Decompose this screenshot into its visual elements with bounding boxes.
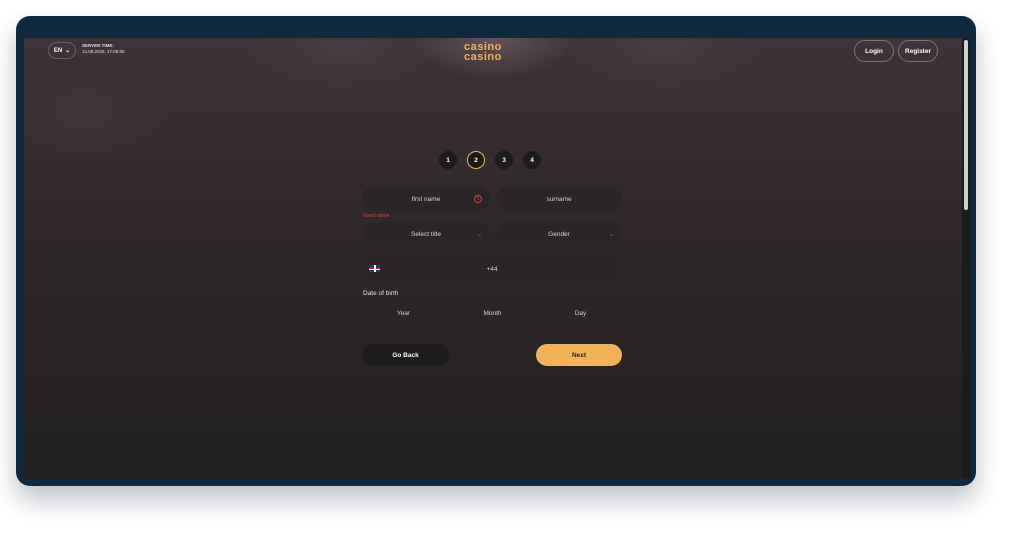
chevron-down-icon: ⌄ xyxy=(476,231,482,238)
device-frame: EN ⌄ SERVER TIME: 14.08.2025, 17:05:56 c… xyxy=(16,16,976,486)
step-4: 4 xyxy=(523,151,541,169)
first-name-placeholder: first name xyxy=(411,195,441,203)
phone-field[interactable]: +44 xyxy=(362,256,622,282)
gender-select[interactable]: Gender ⌄ xyxy=(496,222,622,246)
server-time-value: 14.08.2025, 17:05:56 xyxy=(82,49,125,54)
logo-line-2: casino xyxy=(464,51,502,63)
title-placeholder: Select title xyxy=(411,230,441,238)
register-button[interactable]: Register xyxy=(898,40,938,62)
month-placeholder: Month xyxy=(483,310,502,317)
login-button[interactable]: Login xyxy=(854,40,894,62)
day-select[interactable]: Day xyxy=(539,300,622,327)
step-2-active: 2 xyxy=(467,151,485,169)
year-select[interactable]: Year xyxy=(362,300,445,327)
month-select[interactable]: Month xyxy=(451,300,534,327)
go-back-button[interactable]: Go Back xyxy=(362,344,449,366)
error-icon: ! xyxy=(474,195,482,203)
surname-field[interactable]: surname xyxy=(496,187,622,211)
server-time: SERVER TIME: 14.08.2025, 17:05:56 xyxy=(82,43,125,55)
chevron-down-icon: ⌄ xyxy=(65,48,71,54)
year-placeholder: Year xyxy=(396,310,411,317)
first-name-field[interactable]: first name xyxy=(362,187,490,211)
day-placeholder: Day xyxy=(574,310,587,317)
language-selector[interactable]: EN ⌄ xyxy=(48,42,76,59)
phone-prefix: +44 xyxy=(486,265,498,273)
step-indicator: 1 2 3 4 xyxy=(439,151,541,169)
step-1: 1 xyxy=(439,151,457,169)
scrollbar[interactable] xyxy=(962,38,970,479)
app-screen: EN ⌄ SERVER TIME: 14.08.2025, 17:05:56 c… xyxy=(24,38,962,479)
scrollbar-thumb[interactable] xyxy=(964,40,968,210)
gender-placeholder: Gender xyxy=(548,230,570,238)
next-button[interactable]: Next xyxy=(536,344,622,366)
first-name-error: Insert name xyxy=(363,213,390,219)
chevron-down-icon: ⌄ xyxy=(608,231,614,238)
step-3: 3 xyxy=(495,151,513,169)
language-label: EN xyxy=(53,47,63,54)
title-select[interactable]: Select title ⌄ xyxy=(362,222,490,246)
surname-placeholder: surname xyxy=(546,195,572,203)
dob-label: Date of birth xyxy=(363,290,399,297)
uk-flag-icon[interactable] xyxy=(369,265,380,272)
casino-logo[interactable]: casino casino xyxy=(464,42,502,63)
